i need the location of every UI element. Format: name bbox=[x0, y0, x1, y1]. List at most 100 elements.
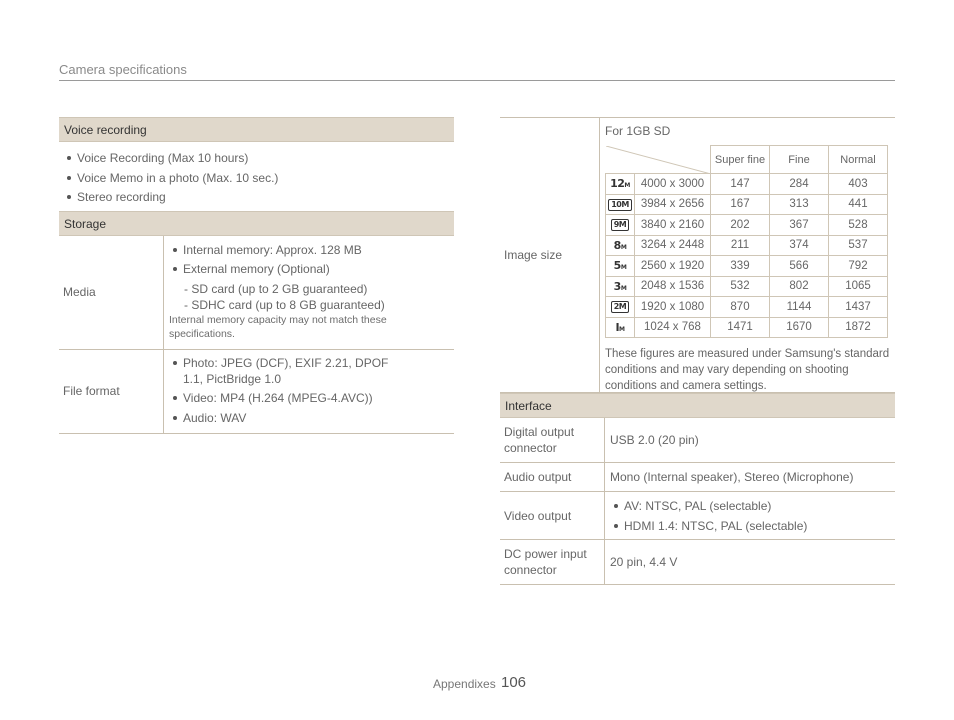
list-item: Audio: WAV bbox=[169, 410, 409, 426]
column-header: Normal bbox=[828, 145, 888, 174]
digital-output-row: Digital output connector USB 2.0 (20 pin… bbox=[500, 418, 895, 463]
list-item: Internal memory: Approx. 128 MB bbox=[169, 242, 449, 258]
value-cell: 870 bbox=[710, 296, 770, 318]
voice-recording-heading: Voice recording bbox=[59, 117, 454, 142]
value-cell: 1670 bbox=[769, 316, 829, 338]
value-cell: 802 bbox=[769, 275, 829, 297]
value-cell: 284 bbox=[769, 173, 829, 195]
size-cell: 2048 x 1536 bbox=[634, 275, 711, 297]
value-cell: 313 bbox=[769, 193, 829, 215]
video-output-label: Video output bbox=[500, 492, 605, 539]
image-size-label: Image size bbox=[500, 118, 600, 392]
list-item: Photo: JPEG (DCF), EXIF 2.21, DPOF 1.1, … bbox=[169, 355, 409, 387]
image-size-table: Super fine Fine Normal 12M 4000 x 3000 1… bbox=[605, 145, 888, 338]
file-format-row: File format Photo: JPEG (DCF), EXIF 2.21… bbox=[59, 349, 454, 434]
list-item: - SDHC card (up to 8 GB guaranteed) bbox=[184, 297, 385, 312]
table-corner-cell bbox=[605, 145, 711, 174]
8m-resolution-icon: 8M bbox=[613, 238, 627, 252]
media-value: Internal memory: Approx. 128 MB External… bbox=[164, 236, 454, 349]
value-cell: 211 bbox=[710, 234, 770, 256]
interface-heading: Interface bbox=[500, 393, 895, 418]
column-header: Fine bbox=[769, 145, 829, 174]
value-cell: 532 bbox=[710, 275, 770, 297]
value-cell: 537 bbox=[828, 234, 888, 256]
image-size-caption: For 1GB SD bbox=[605, 124, 671, 138]
header-rule bbox=[59, 80, 895, 81]
left-column: Voice recording Voice Recording (Max 10 … bbox=[59, 117, 454, 434]
value-cell: 403 bbox=[828, 173, 888, 195]
list-item: Stereo recording bbox=[63, 189, 454, 205]
size-cell: 3984 x 2656 bbox=[634, 193, 711, 215]
size-cell: 1024 x 768 bbox=[634, 316, 711, 338]
value-cell: 566 bbox=[769, 255, 829, 277]
voice-recording-list: Voice Recording (Max 10 hours) Voice Mem… bbox=[59, 142, 454, 211]
size-cell: 2560 x 1920 bbox=[634, 255, 711, 277]
size-cell: 4000 x 3000 bbox=[634, 173, 711, 195]
diagonal-line bbox=[605, 145, 711, 174]
value-cell: 1437 bbox=[828, 296, 888, 318]
value-cell: 202 bbox=[710, 214, 770, 236]
table-row: IM 1024 x 768 1471 1670 1872 bbox=[605, 316, 888, 338]
size-cell: 3840 x 2160 bbox=[634, 214, 711, 236]
9m-resolution-icon: 9M bbox=[610, 219, 630, 232]
size-cell: 3264 x 2448 bbox=[634, 234, 711, 256]
value-cell: 167 bbox=[710, 193, 770, 215]
3m-resolution-icon: 3M bbox=[613, 279, 627, 293]
12m-resolution-icon: 12M bbox=[610, 177, 630, 191]
5m-resolution-icon: 5M bbox=[613, 259, 627, 273]
value-cell: 147 bbox=[710, 173, 770, 195]
value-cell: 367 bbox=[769, 214, 829, 236]
value-cell: 528 bbox=[828, 214, 888, 236]
page-header-title: Camera specifications bbox=[59, 62, 187, 77]
digital-output-label: Digital output connector bbox=[500, 418, 605, 462]
video-output-row: Video output AV: NTSC, PAL (selectable) … bbox=[500, 492, 895, 540]
list-item: AV: NTSC, PAL (selectable) bbox=[610, 498, 890, 514]
media-note: Internal memory capacity may not match t… bbox=[169, 313, 387, 340]
list-item: External memory (Optional) bbox=[169, 261, 449, 277]
table-row: 3M 2048 x 1536 532 802 1065 bbox=[605, 275, 888, 297]
value-cell: 339 bbox=[710, 255, 770, 277]
dc-power-value: 20 pin, 4.4 V bbox=[610, 555, 678, 569]
list-item: Voice Recording (Max 10 hours) bbox=[63, 150, 454, 166]
column-header: Super fine bbox=[710, 145, 770, 174]
value-cell: 1144 bbox=[769, 296, 829, 318]
storage-heading: Storage bbox=[59, 210, 454, 236]
value-cell: 441 bbox=[828, 193, 888, 215]
value-cell: 1872 bbox=[828, 316, 888, 338]
dc-power-row: DC power input connector 20 pin, 4.4 V bbox=[500, 540, 895, 585]
list-item: Voice Memo in a photo (Max. 10 sec.) bbox=[63, 170, 454, 186]
audio-output-label: Audio output bbox=[500, 463, 605, 491]
video-output-value: AV: NTSC, PAL (selectable) HDMI 1.4: NTS… bbox=[605, 492, 895, 539]
2m-resolution-icon: 2M bbox=[610, 301, 630, 314]
media-row: Media Internal memory: Approx. 128 MB Ex… bbox=[59, 235, 454, 350]
image-size-row: Image size For 1GB SD Super fine Fine No… bbox=[500, 118, 895, 393]
1m-resolution-icon: IM bbox=[615, 320, 625, 334]
size-cell: 1920 x 1080 bbox=[634, 296, 711, 318]
table-row: 9M 3840 x 2160 202 367 528 bbox=[605, 214, 888, 236]
table-row: 8M 3264 x 2448 211 374 537 bbox=[605, 234, 888, 256]
right-column: Image size For 1GB SD Super fine Fine No… bbox=[500, 117, 895, 585]
digital-output-value: USB 2.0 (20 pin) bbox=[610, 433, 699, 447]
image-size-value: For 1GB SD Super fine Fine Normal 12M 40… bbox=[600, 118, 895, 392]
value-cell: 374 bbox=[769, 234, 829, 256]
list-item: - SD card (up to 2 GB guaranteed) bbox=[184, 281, 368, 296]
value-cell: 1471 bbox=[710, 316, 770, 338]
audio-output-row: Audio output Mono (Internal speaker), St… bbox=[500, 463, 895, 492]
10m-resolution-icon: 10M bbox=[608, 198, 632, 211]
table-row: 12M 4000 x 3000 147 284 403 bbox=[605, 173, 888, 195]
media-label: Media bbox=[59, 235, 164, 349]
value-cell: 792 bbox=[828, 255, 888, 277]
footer-page-number: 106 bbox=[501, 674, 527, 691]
dc-power-label: DC power input connector bbox=[500, 540, 605, 584]
image-size-note: These figures are measured under Samsung… bbox=[605, 348, 890, 392]
value-cell: 1065 bbox=[828, 275, 888, 297]
table-row: 10M 3984 x 2656 167 313 441 bbox=[605, 193, 888, 215]
footer-section-label: Appendixes bbox=[433, 677, 496, 691]
table-row: 2M 1920 x 1080 870 1144 1437 bbox=[605, 296, 888, 318]
file-format-label: File format bbox=[59, 349, 164, 433]
audio-output-value: Mono (Internal speaker), Stereo (Microph… bbox=[610, 470, 854, 484]
table-row: 5M 2560 x 1920 339 566 792 bbox=[605, 255, 888, 277]
list-item: Video: MP4 (H.264 (MPEG-4.AVC)) bbox=[169, 390, 409, 406]
file-format-value: Photo: JPEG (DCF), EXIF 2.21, DPOF 1.1, … bbox=[164, 350, 454, 433]
list-item: HDMI 1.4: NTSC, PAL (selectable) bbox=[610, 518, 890, 534]
